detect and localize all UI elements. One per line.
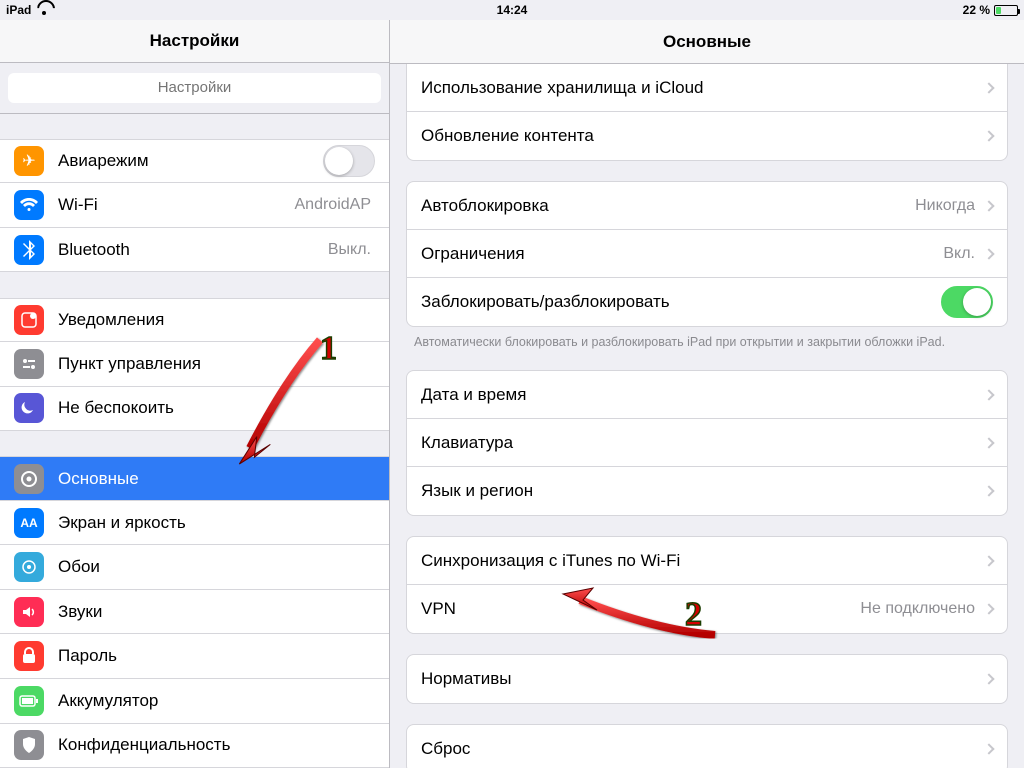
- status-time: 14:24: [0, 3, 1024, 17]
- sidebar-item-display[interactable]: AA Экран и яркость: [0, 501, 389, 546]
- chevron-right-icon: [983, 200, 994, 211]
- sidebar-item-airplane[interactable]: ✈ Авиарежим: [0, 139, 389, 184]
- settings-sidebar: Настройки ✈ Авиарежим Wi-Fi AndroidAP Bl…: [0, 20, 390, 768]
- sidebar-item-label: Аккумулятор: [58, 691, 375, 711]
- row-date-time[interactable]: Дата и время: [407, 371, 1007, 419]
- status-bar: iPad 14:24 22 %: [0, 0, 1024, 20]
- wifi-settings-icon: [14, 190, 44, 220]
- chevron-right-icon: [983, 744, 994, 755]
- airplane-toggle[interactable]: [323, 145, 375, 177]
- sidebar-item-battery[interactable]: Аккумулятор: [0, 679, 389, 724]
- row-keyboard[interactable]: Клавиатура: [407, 419, 1007, 467]
- chevron-right-icon: [983, 555, 994, 566]
- chevron-right-icon: [983, 389, 994, 400]
- gear-icon: [14, 464, 44, 494]
- sidebar-item-label: Пароль: [58, 646, 375, 666]
- sidebar-item-label: Bluetooth: [58, 240, 328, 260]
- display-icon: AA: [14, 508, 44, 538]
- passcode-icon: [14, 641, 44, 671]
- chevron-right-icon: [983, 486, 994, 497]
- sidebar-item-control-center[interactable]: Пункт управления: [0, 342, 389, 387]
- sidebar-item-notifications[interactable]: Уведомления: [0, 298, 389, 343]
- battery-icon: [994, 5, 1018, 16]
- chevron-right-icon: [983, 674, 994, 685]
- wifi-value: AndroidAP: [295, 196, 376, 214]
- sidebar-item-label: Основные: [58, 469, 375, 489]
- row-itunes-wifi-sync[interactable]: Синхронизация с iTunes по Wi-Fi: [407, 537, 1007, 585]
- wallpaper-icon: [14, 552, 44, 582]
- device-label: iPad: [6, 3, 31, 17]
- sidebar-item-label: Не беспокоить: [58, 398, 375, 418]
- sidebar-item-label: Экран и яркость: [58, 513, 375, 533]
- row-storage[interactable]: Использование хранилища и iCloud: [407, 64, 1007, 112]
- dnd-icon: [14, 393, 44, 423]
- sounds-icon: [14, 597, 44, 627]
- sidebar-item-sounds[interactable]: Звуки: [0, 590, 389, 635]
- row-language-region[interactable]: Язык и регион: [407, 467, 1007, 515]
- privacy-icon: [14, 730, 44, 760]
- bluetooth-value: Выкл.: [328, 241, 375, 259]
- row-restrictions[interactable]: Ограничения Вкл.: [407, 230, 1007, 278]
- row-regulatory[interactable]: Нормативы: [407, 655, 1007, 703]
- sidebar-item-label: Обои: [58, 557, 375, 577]
- sidebar-item-privacy[interactable]: Конфиденциальность: [0, 724, 389, 768]
- chevron-right-icon: [983, 604, 994, 615]
- chevron-right-icon: [983, 82, 994, 93]
- footer-note: Автоматически блокировать и разблокирова…: [390, 327, 1024, 350]
- sidebar-item-label: Звуки: [58, 602, 375, 622]
- row-lock-unlock[interactable]: Заблокировать/разблокировать: [407, 278, 1007, 326]
- sidebar-title: Настройки: [0, 20, 389, 63]
- sidebar-item-label: Пункт управления: [58, 354, 375, 374]
- row-background-refresh[interactable]: Обновление контента: [407, 112, 1007, 160]
- notifications-icon: [14, 305, 44, 335]
- airplane-icon: ✈: [14, 146, 44, 176]
- wifi-icon: [37, 5, 51, 15]
- sidebar-item-bluetooth[interactable]: Bluetooth Выкл.: [0, 228, 389, 273]
- detail-pane: Основные Использование хранилища и iClou…: [390, 20, 1024, 768]
- detail-title: Основные: [390, 20, 1024, 64]
- lock-unlock-toggle[interactable]: [941, 286, 993, 318]
- sidebar-item-wifi[interactable]: Wi-Fi AndroidAP: [0, 183, 389, 228]
- sidebar-item-label: Конфиденциальность: [58, 735, 375, 755]
- bluetooth-icon: [14, 235, 44, 265]
- row-reset[interactable]: Сброс: [407, 725, 1007, 768]
- sidebar-item-label: Wi-Fi: [58, 195, 295, 215]
- sidebar-item-dnd[interactable]: Не беспокоить: [0, 387, 389, 432]
- row-vpn[interactable]: VPN Не подключено: [407, 585, 1007, 633]
- battery-settings-icon: [14, 686, 44, 716]
- sidebar-item-label: Уведомления: [58, 310, 375, 330]
- chevron-right-icon: [983, 437, 994, 448]
- sidebar-item-label: Авиарежим: [58, 151, 323, 171]
- sidebar-item-general[interactable]: Основные: [0, 456, 389, 501]
- row-autolock[interactable]: Автоблокировка Никогда: [407, 182, 1007, 230]
- chevron-right-icon: [983, 248, 994, 259]
- control-center-icon: [14, 349, 44, 379]
- sidebar-item-wallpaper[interactable]: Обои: [0, 545, 389, 590]
- battery-percent: 22 %: [963, 3, 990, 17]
- sidebar-item-passcode[interactable]: Пароль: [0, 634, 389, 679]
- search-input[interactable]: [8, 73, 381, 103]
- chevron-right-icon: [983, 130, 994, 141]
